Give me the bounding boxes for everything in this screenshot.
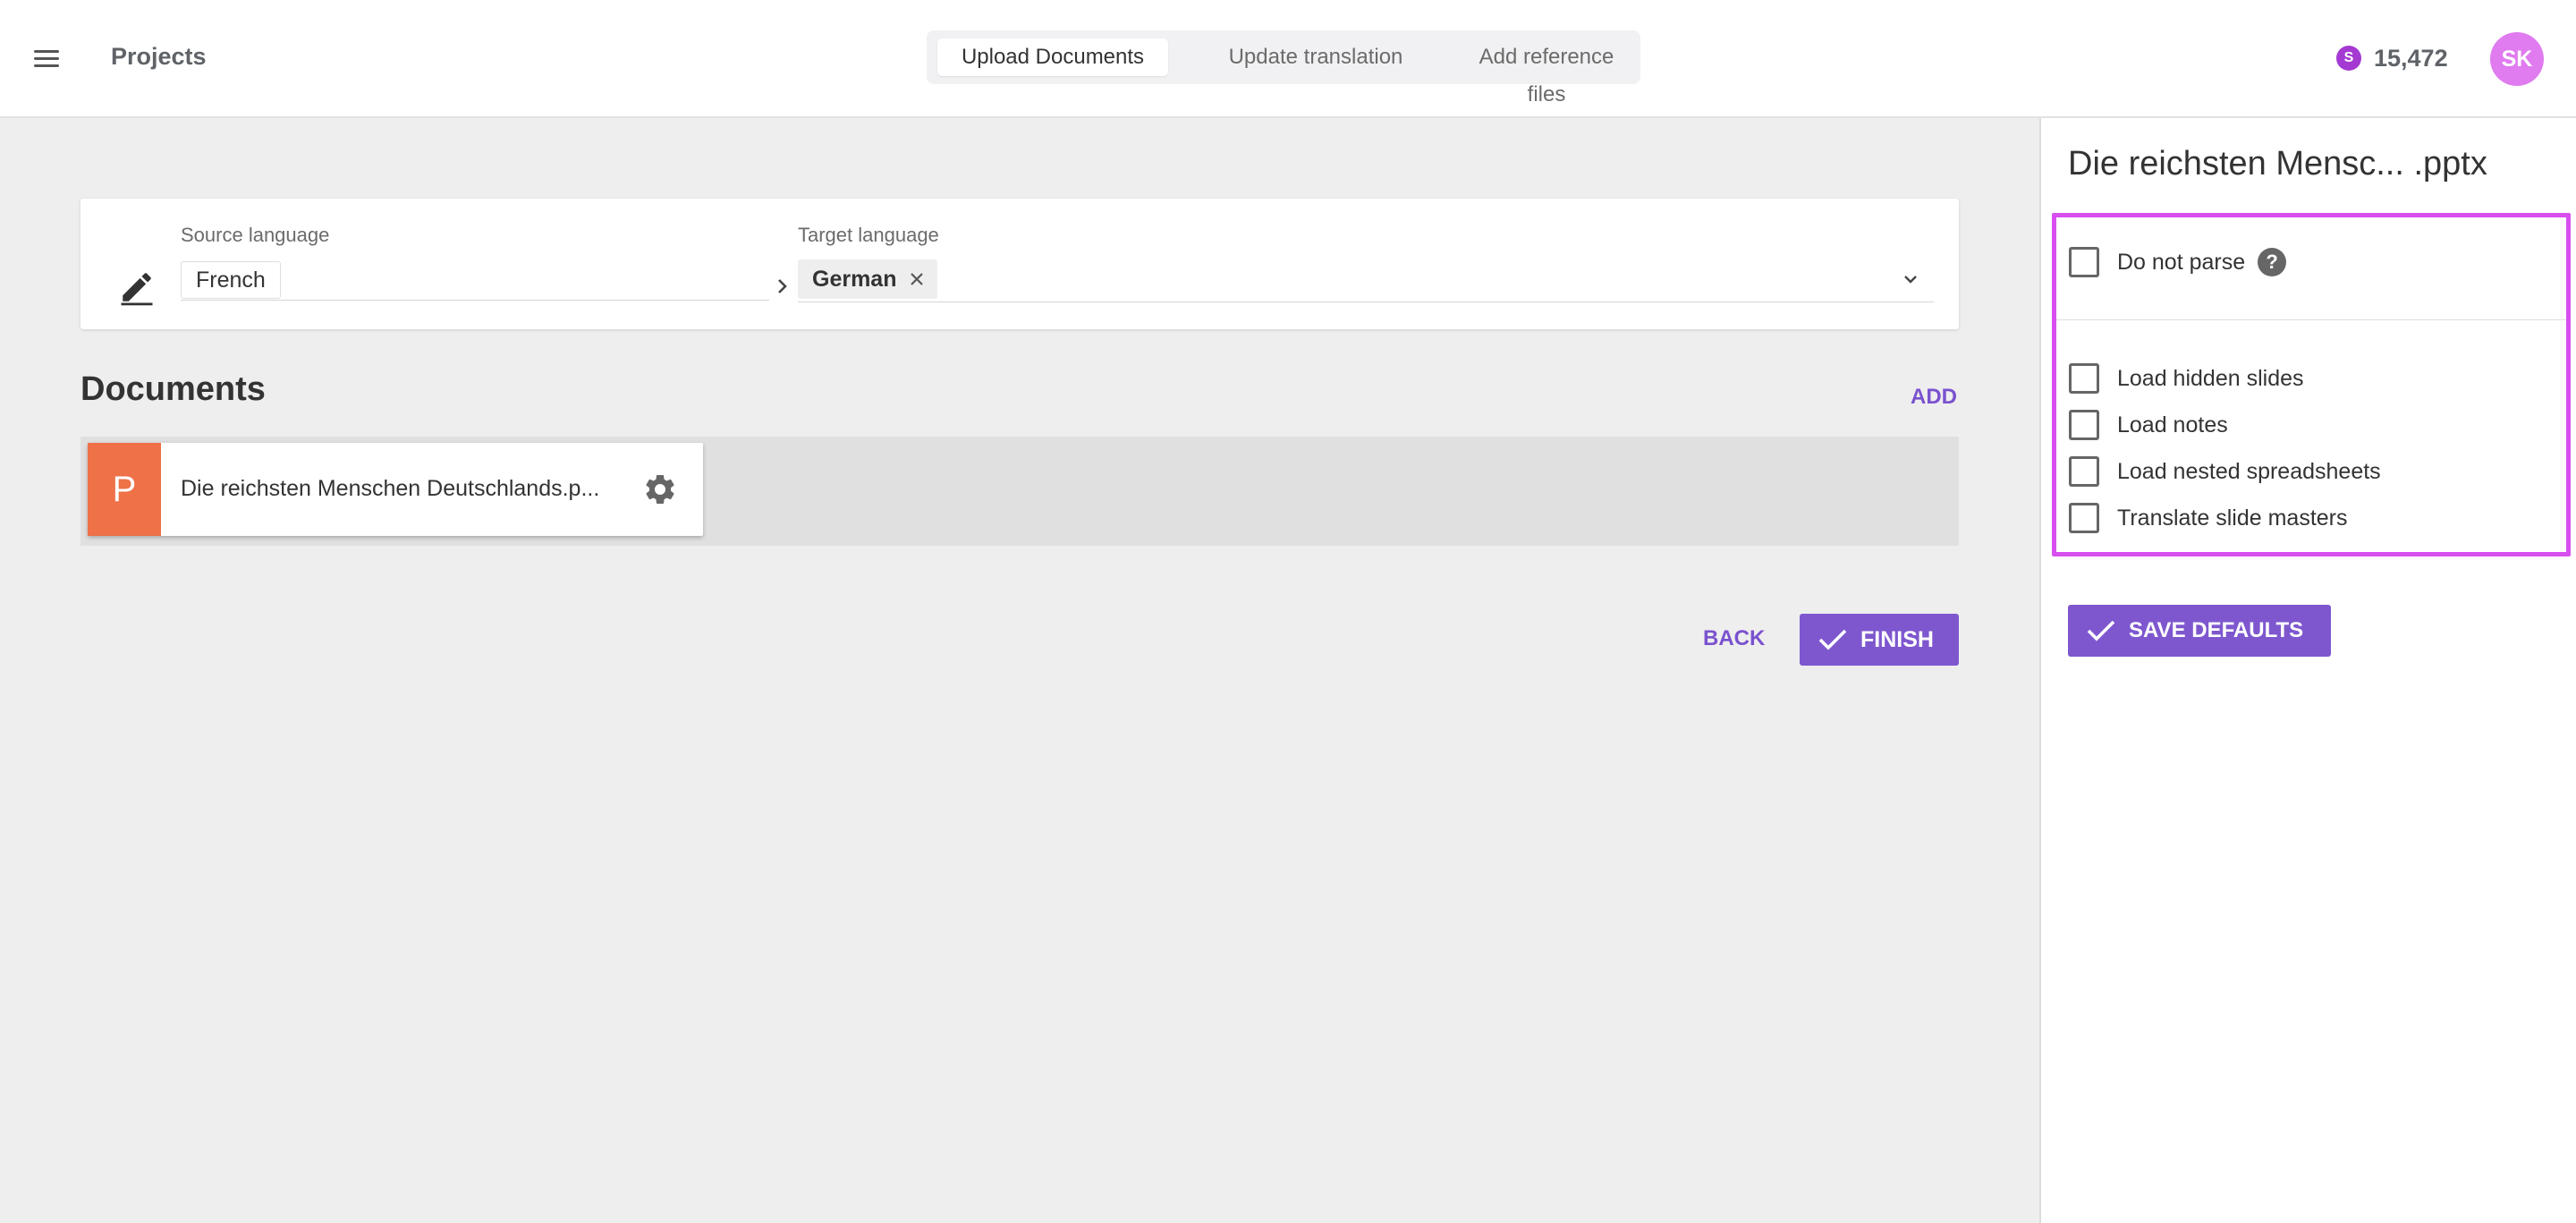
- target-language-field[interactable]: German: [798, 258, 1934, 302]
- documents-heading: Documents: [80, 370, 266, 408]
- app-title[interactable]: Projects: [111, 43, 207, 71]
- do-not-parse-checkbox[interactable]: [2069, 247, 2099, 277]
- close-icon[interactable]: [909, 271, 925, 287]
- target-language-chip: German: [798, 259, 938, 299]
- mode-tabs: Upload Documents Update translation Add …: [927, 30, 1640, 106]
- chevron-down-icon[interactable]: [1902, 270, 1919, 288]
- load-notes-label: Load notes: [2117, 412, 2228, 437]
- option-load-hidden-slides[interactable]: Load hidden slides: [2069, 362, 2304, 395]
- tab-update-translation[interactable]: Update translation: [1186, 38, 1445, 76]
- powerpoint-file-badge: P: [88, 443, 161, 536]
- back-button[interactable]: BACK: [1703, 626, 1765, 651]
- document-card[interactable]: P Die reichsten Menschen Deutschlands.p.…: [88, 443, 703, 536]
- help-icon[interactable]: ?: [2258, 248, 2287, 276]
- documents-dropzone[interactable]: P Die reichsten Menschen Deutschlands.p.…: [80, 437, 1959, 546]
- translate-slide-masters-label: Translate slide masters: [2117, 505, 2348, 531]
- load-nested-spreadsheets-checkbox[interactable]: [2069, 456, 2099, 487]
- target-language-label: Target language: [798, 224, 939, 246]
- language-card: Source language French Target language G…: [80, 199, 1959, 329]
- credits-value: 15,472: [2374, 44, 2448, 72]
- save-defaults-button[interactable]: SAVE DEFAULTS: [2068, 605, 2331, 657]
- source-language-field[interactable]: French: [181, 259, 769, 301]
- arrow-right-icon: [778, 279, 787, 293]
- source-language-chip[interactable]: French: [181, 261, 281, 299]
- check-icon: [1818, 629, 1847, 650]
- load-hidden-slides-checkbox[interactable]: [2069, 363, 2099, 394]
- save-defaults-label: SAVE DEFAULTS: [2129, 618, 2304, 642]
- check-icon: [2087, 620, 2115, 641]
- gear-icon[interactable]: [642, 471, 678, 507]
- load-notes-checkbox[interactable]: [2069, 410, 2099, 440]
- tab-upload-documents[interactable]: Upload Documents: [937, 38, 1168, 76]
- tab-add-reference-files[interactable]: Add reference files: [1458, 38, 1635, 106]
- option-do-not-parse[interactable]: Do not parse ?: [2069, 246, 2287, 278]
- do-not-parse-label: Do not parse: [2117, 249, 2246, 275]
- target-language-chip-label: German: [812, 267, 897, 292]
- document-settings-panel: Die reichsten Mensc... .pptx Do not pars…: [2039, 118, 2576, 1223]
- parse-options-box: Do not parse ? Load hidden slides Load n…: [2052, 213, 2571, 556]
- load-nested-spreadsheets-label: Load nested spreadsheets: [2117, 458, 2381, 484]
- pencil-icon: [121, 273, 153, 306]
- source-language-label: Source language: [181, 224, 330, 246]
- option-load-notes[interactable]: Load notes: [2069, 409, 2228, 441]
- option-load-nested-spreadsheets[interactable]: Load nested spreadsheets: [2069, 455, 2381, 488]
- coin-icon: S: [2336, 46, 2361, 71]
- add-document-button[interactable]: ADD: [1911, 385, 1957, 410]
- document-name: Die reichsten Menschen Deutschlands.p...: [181, 476, 600, 501]
- panel-title: Die reichsten Mensc... .pptx: [2068, 145, 2487, 183]
- credits-display[interactable]: S 15,472: [2336, 43, 2448, 73]
- option-translate-slide-masters[interactable]: Translate slide masters: [2069, 502, 2348, 534]
- load-hidden-slides-label: Load hidden slides: [2117, 365, 2304, 391]
- translate-slide-masters-checkbox[interactable]: [2069, 503, 2099, 533]
- finish-button[interactable]: FINISH: [1800, 614, 1959, 666]
- hamburger-menu-icon[interactable]: [34, 48, 59, 70]
- avatar[interactable]: SK: [2490, 32, 2544, 86]
- finish-button-label: FINISH: [1860, 626, 1934, 652]
- top-bar: Projects Upload Documents Update transla…: [0, 0, 2576, 118]
- options-divider: [2056, 319, 2566, 320]
